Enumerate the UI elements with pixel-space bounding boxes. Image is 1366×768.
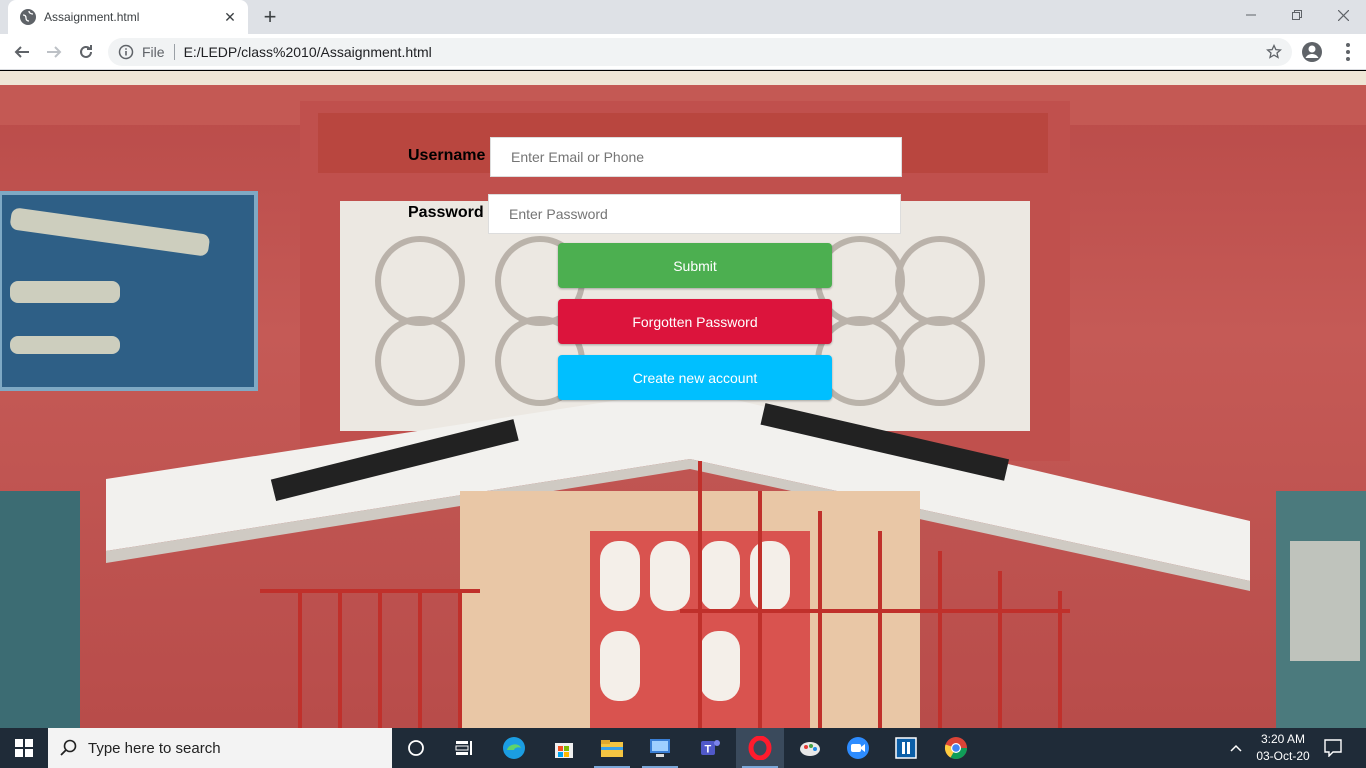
- scheme-label: File: [142, 44, 165, 60]
- browser-toolbar: File E:/LEDP/class%2010/Assaignment.html: [0, 34, 1366, 70]
- tab-close-icon[interactable]: ✕: [218, 5, 242, 29]
- clock-date: 03-Oct-20: [1256, 749, 1310, 763]
- file-explorer-icon[interactable]: [588, 728, 636, 768]
- password-input[interactable]: [488, 194, 901, 234]
- network-icon[interactable]: [636, 728, 684, 768]
- paint-icon[interactable]: [786, 728, 834, 768]
- globe-icon: [20, 9, 36, 25]
- windows-start-icon[interactable]: [0, 728, 48, 768]
- url-text[interactable]: E:/LEDP/class%2010/Assaignment.html: [184, 44, 432, 60]
- tab-strip: Assaignment.html ✕ +: [0, 0, 1366, 34]
- teams-icon[interactable]: T: [686, 728, 734, 768]
- info-icon[interactable]: [118, 44, 134, 60]
- back-arrow-icon[interactable]: [8, 38, 36, 66]
- chevron-up-icon[interactable]: [1226, 728, 1246, 768]
- opera-icon[interactable]: [736, 728, 784, 768]
- page-viewport: Username Password Submit Forgotten Passw…: [0, 71, 1366, 728]
- widgets-icon[interactable]: [440, 728, 488, 768]
- minimize-icon[interactable]: [1228, 0, 1274, 30]
- new-tab-icon[interactable]: +: [258, 4, 282, 29]
- submit-button[interactable]: Submit: [558, 243, 832, 288]
- notification-icon[interactable]: [1318, 728, 1348, 768]
- bookmark-star-icon[interactable]: [1266, 44, 1282, 60]
- search-icon: [60, 739, 77, 756]
- app-icon[interactable]: [882, 728, 930, 768]
- divider: [173, 44, 175, 60]
- create-account-button[interactable]: Create new account: [558, 355, 832, 400]
- taskbar-clock[interactable]: 3:20 AM 03-Oct-20: [1250, 731, 1316, 765]
- browser-tab[interactable]: Assaignment.html ✕: [8, 0, 248, 34]
- address-bar[interactable]: File E:/LEDP/class%2010/Assaignment.html: [108, 38, 1292, 66]
- password-label: Password: [408, 204, 484, 221]
- search-placeholder: Type here to search: [88, 739, 221, 757]
- svg-text:T: T: [705, 744, 712, 756]
- clock-time: 3:20 AM: [1260, 732, 1306, 746]
- profile-avatar-icon[interactable]: [1300, 40, 1324, 64]
- restore-icon[interactable]: [1274, 0, 1320, 30]
- tab-title: Assaignment.html: [44, 10, 140, 24]
- username-input[interactable]: [490, 137, 902, 177]
- username-label: Username: [408, 147, 486, 164]
- zoom-icon[interactable]: [834, 728, 882, 768]
- store-icon[interactable]: [540, 728, 588, 768]
- kebab-menu-icon[interactable]: [1338, 40, 1358, 64]
- forward-arrow-icon[interactable]: [40, 38, 68, 66]
- reload-icon[interactable]: [72, 38, 100, 66]
- taskbar: Type here to search T 3:20 AM 03-Oct-20: [0, 728, 1366, 768]
- chrome-icon[interactable]: [932, 728, 980, 768]
- window-close-icon[interactable]: [1320, 0, 1366, 30]
- taskbar-search-box[interactable]: Type here to search: [48, 728, 392, 768]
- edge-icon[interactable]: [490, 728, 538, 768]
- forgotten-password-button[interactable]: Forgotten Password: [558, 299, 832, 344]
- task-view-icon[interactable]: [392, 728, 440, 768]
